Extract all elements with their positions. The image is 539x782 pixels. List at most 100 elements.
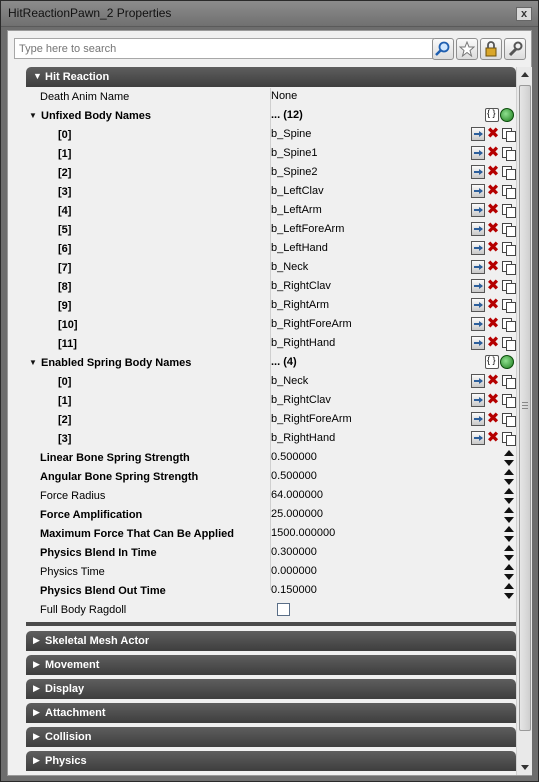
insert-element-icon[interactable]	[471, 317, 485, 331]
array-element-row[interactable]: [8] b_RightClav ✖	[26, 278, 516, 297]
delete-element-icon[interactable]: ✖	[486, 297, 500, 312]
array-element-value[interactable]: b_Neck	[271, 375, 308, 387]
property-value[interactable]: 0.150000	[271, 584, 317, 596]
delete-element-icon[interactable]: ✖	[486, 278, 500, 293]
array-element-value[interactable]: b_Spine1	[271, 147, 318, 159]
property-maximum-force[interactable]: Maximum Force That Can Be Applied 1500.0…	[26, 525, 516, 544]
spin-down-icon[interactable]	[504, 498, 514, 504]
array-element-row[interactable]: [4] b_LeftArm ✖	[26, 202, 516, 221]
add-element-icon[interactable]	[500, 108, 514, 122]
insert-element-icon[interactable]	[471, 127, 485, 141]
value-spinner[interactable]	[503, 468, 515, 487]
spin-up-icon[interactable]	[504, 507, 514, 513]
scrollbar-thumb[interactable]	[519, 85, 531, 731]
duplicate-element-icon[interactable]	[501, 374, 516, 389]
delete-element-icon[interactable]: ✖	[486, 259, 500, 274]
scroll-down-icon[interactable]	[517, 759, 533, 775]
property-physics-time[interactable]: Physics Time 0.000000	[26, 563, 516, 582]
add-element-icon[interactable]	[500, 355, 514, 369]
delete-element-icon[interactable]: ✖	[486, 126, 500, 141]
empty-array-icon[interactable]	[485, 108, 499, 122]
insert-element-icon[interactable]	[471, 393, 485, 407]
spin-up-icon[interactable]	[504, 526, 514, 532]
section-skeletal-mesh-actor[interactable]: ▶ Skeletal Mesh Actor	[26, 631, 516, 651]
insert-element-icon[interactable]	[471, 146, 485, 160]
property-physics-blend-in-time[interactable]: Physics Blend In Time 0.300000	[26, 544, 516, 563]
array-element-value[interactable]: b_Spine	[271, 128, 311, 140]
insert-element-icon[interactable]	[471, 222, 485, 236]
array-element-row[interactable]: [5] b_LeftForeArm ✖	[26, 221, 516, 240]
value-spinner[interactable]	[503, 544, 515, 563]
value-spinner[interactable]	[503, 506, 515, 525]
array-element-value[interactable]: b_RightArm	[271, 299, 329, 311]
settings-button[interactable]	[504, 38, 526, 60]
duplicate-element-icon[interactable]	[501, 336, 516, 351]
property-value[interactable]: 0.500000	[271, 451, 317, 463]
duplicate-element-icon[interactable]	[501, 298, 516, 313]
property-value[interactable]: None	[271, 90, 297, 102]
scroll-up-icon[interactable]	[517, 67, 533, 83]
property-linear-bone-spring-strength[interactable]: Linear Bone Spring Strength 0.500000	[26, 449, 516, 468]
value-spinner[interactable]	[503, 449, 515, 468]
title-bar[interactable]: HitReactionPawn_2 Properties x	[1, 1, 538, 27]
insert-element-icon[interactable]	[471, 431, 485, 445]
spin-down-icon[interactable]	[504, 517, 514, 523]
delete-element-icon[interactable]: ✖	[486, 335, 500, 350]
insert-element-icon[interactable]	[471, 260, 485, 274]
array-element-row[interactable]: [2] b_RightForeArm ✖	[26, 411, 516, 430]
spin-down-icon[interactable]	[504, 536, 514, 542]
property-value[interactable]: 25.000000	[271, 508, 323, 520]
array-element-value[interactable]: b_RightForeArm	[271, 318, 352, 330]
duplicate-element-icon[interactable]	[501, 412, 516, 427]
section-attachment[interactable]: ▶ Attachment	[26, 703, 516, 723]
array-element-row[interactable]: [0] b_Neck ✖	[26, 373, 516, 392]
spin-up-icon[interactable]	[504, 469, 514, 475]
property-full-body-ragdoll[interactable]: Full Body Ragdoll	[26, 601, 516, 620]
spin-up-icon[interactable]	[504, 583, 514, 589]
array-element-value[interactable]: b_Spine2	[271, 166, 318, 178]
section-physics[interactable]: ▶ Physics	[26, 751, 516, 771]
array-element-row[interactable]: [9] b_RightArm ✖	[26, 297, 516, 316]
delete-element-icon[interactable]: ✖	[486, 164, 500, 179]
section-collision[interactable]: ▶ Collision	[26, 727, 516, 747]
insert-element-icon[interactable]	[471, 184, 485, 198]
delete-element-icon[interactable]: ✖	[486, 373, 500, 388]
duplicate-element-icon[interactable]	[501, 279, 516, 294]
spin-down-icon[interactable]	[504, 479, 514, 485]
spin-down-icon[interactable]	[504, 574, 514, 580]
insert-element-icon[interactable]	[471, 203, 485, 217]
vertical-scrollbar[interactable]	[516, 67, 532, 775]
array-element-value[interactable]: b_RightClav	[271, 280, 331, 292]
array-element-value[interactable]: b_Neck	[271, 261, 308, 273]
duplicate-element-icon[interactable]	[501, 165, 516, 180]
duplicate-element-icon[interactable]	[501, 127, 516, 142]
lock-button[interactable]	[480, 38, 502, 60]
duplicate-element-icon[interactable]	[501, 203, 516, 218]
delete-element-icon[interactable]: ✖	[486, 221, 500, 236]
array-element-value[interactable]: b_RightHand	[271, 432, 335, 444]
property-unfixed-body-names[interactable]: ▼ Unfixed Body Names ... (12)	[26, 107, 516, 126]
array-element-row[interactable]: [2] b_Spine2 ✖	[26, 164, 516, 183]
insert-element-icon[interactable]	[471, 298, 485, 312]
array-element-row[interactable]: [6] b_LeftHand ✖	[26, 240, 516, 259]
section-movement[interactable]: ▶ Movement	[26, 655, 516, 675]
array-element-row[interactable]: [3] b_LeftClav ✖	[26, 183, 516, 202]
section-hit-reaction[interactable]: ▼ Hit Reaction	[26, 67, 516, 87]
property-force-radius[interactable]: Force Radius 64.000000	[26, 487, 516, 506]
property-force-amplification[interactable]: Force Amplification 25.000000	[26, 506, 516, 525]
property-value[interactable]: 64.000000	[271, 489, 323, 501]
property-angular-bone-spring-strength[interactable]: Angular Bone Spring Strength 0.500000	[26, 468, 516, 487]
array-element-row[interactable]: [1] b_Spine1 ✖	[26, 145, 516, 164]
expand-arrow-icon[interactable]: ▼	[29, 358, 37, 367]
array-element-value[interactable]: b_LeftClav	[271, 185, 324, 197]
delete-element-icon[interactable]: ✖	[486, 202, 500, 217]
duplicate-element-icon[interactable]	[501, 184, 516, 199]
property-physics-blend-out-time[interactable]: Physics Blend Out Time 0.150000	[26, 582, 516, 601]
search-box[interactable]	[14, 38, 434, 59]
delete-element-icon[interactable]: ✖	[486, 183, 500, 198]
insert-element-icon[interactable]	[471, 241, 485, 255]
insert-element-icon[interactable]	[471, 374, 485, 388]
spin-down-icon[interactable]	[504, 593, 514, 599]
array-element-row[interactable]: [11] b_RightHand ✖	[26, 335, 516, 354]
array-element-value[interactable]: b_RightForeArm	[271, 413, 352, 425]
